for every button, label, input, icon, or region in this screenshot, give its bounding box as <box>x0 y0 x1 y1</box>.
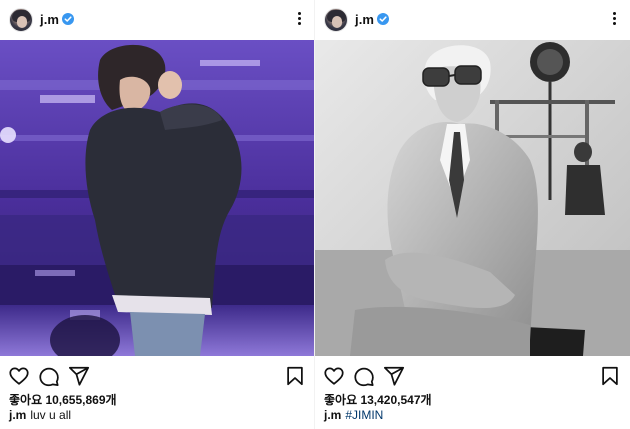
heart-icon[interactable] <box>323 365 345 387</box>
more-options-icon[interactable] <box>608 10 620 30</box>
post-username[interactable]: j.m <box>40 12 59 27</box>
more-options-icon[interactable] <box>293 10 305 30</box>
likes-count[interactable]: 좋아요 13,420,547개 <box>324 391 432 408</box>
caption-username[interactable]: j.m <box>324 408 341 422</box>
verified-badge-icon <box>377 13 389 25</box>
post-card-2: j.m 좋아요 13,420,547개 j.m #JIMIN <box>315 0 630 429</box>
post-caption: j.m #JIMIN <box>324 408 383 422</box>
heart-icon[interactable] <box>8 365 30 387</box>
post-photo[interactable] <box>315 40 630 356</box>
post-actions-bar <box>315 362 630 388</box>
post-actions-bar <box>0 362 315 388</box>
share-icon[interactable] <box>68 365 90 387</box>
post-username[interactable]: j.m <box>355 12 374 27</box>
likes-count[interactable]: 좋아요 10,655,869개 <box>9 391 117 408</box>
bookmark-icon[interactable] <box>599 365 621 387</box>
caption-text: luv u all <box>30 408 72 422</box>
post-caption: j.m luv u all <box>9 408 71 422</box>
profile-avatar[interactable] <box>324 8 348 32</box>
post-header: j.m <box>0 0 315 40</box>
post-photo[interactable] <box>0 40 315 356</box>
profile-avatar[interactable] <box>9 8 33 32</box>
bookmark-icon[interactable] <box>284 365 306 387</box>
post-card-1: j.m 좋아요 10,655,869개 j.m luv u all <box>0 0 315 429</box>
share-icon[interactable] <box>383 365 405 387</box>
post-header: j.m <box>315 0 630 40</box>
caption-hashtag[interactable]: #JIMIN <box>345 408 383 422</box>
caption-username[interactable]: j.m <box>9 408 26 422</box>
verified-badge-icon <box>62 13 74 25</box>
comment-icon[interactable] <box>353 365 375 387</box>
comment-icon[interactable] <box>38 365 60 387</box>
